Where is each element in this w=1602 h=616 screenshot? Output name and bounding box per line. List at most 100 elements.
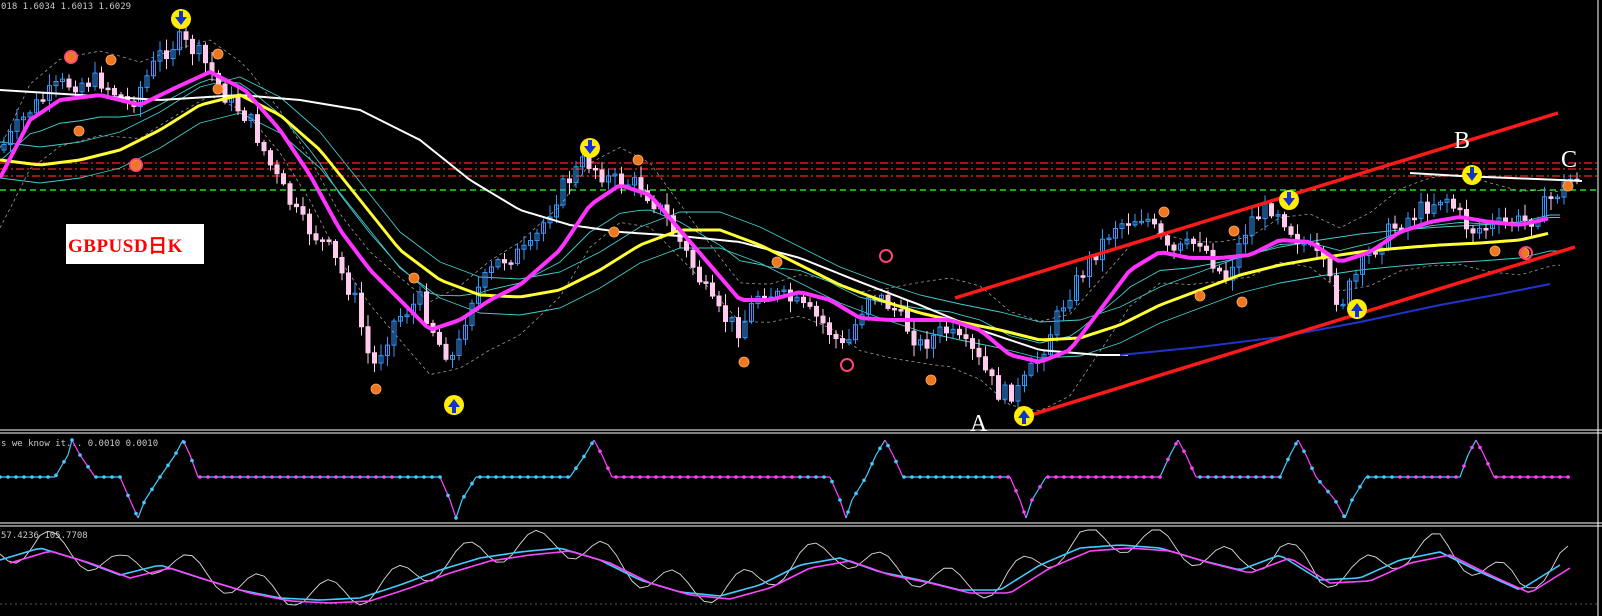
signal-dot: [1182, 449, 1186, 454]
sell-signal-marker: [171, 9, 191, 29]
bear-candle: [372, 352, 377, 364]
fractal-dot-icon: [771, 256, 783, 268]
signal-dot: [294, 475, 298, 479]
signal-dot: [966, 475, 970, 479]
signal-segment: [1185, 454, 1197, 478]
bear-candle: [898, 309, 904, 312]
bear-candle: [1327, 258, 1333, 277]
fractal-dot-icon: [738, 356, 750, 368]
bear-candle: [1334, 275, 1339, 305]
indicator1-panel: [0, 438, 1570, 520]
signal-dot: [742, 475, 746, 479]
bear-candle: [593, 167, 598, 171]
bear-candle: [365, 326, 371, 354]
signal-dot: [502, 475, 506, 479]
signal-dot: [134, 511, 138, 516]
signal-dot: [246, 475, 250, 479]
signal-dot: [1286, 457, 1290, 462]
signal-dot: [550, 475, 554, 479]
signal-dot: [110, 475, 114, 479]
indicator2-panel: [0, 529, 1598, 606]
fractal-dot-icon: [1194, 290, 1206, 302]
bear-candle: [957, 328, 962, 336]
signal-dot: [238, 475, 242, 479]
signal-dot: [950, 475, 954, 479]
signal-dot: [342, 475, 346, 479]
signal-dot: [262, 475, 266, 479]
signal-dot: [1006, 475, 1010, 479]
bear-candle: [1217, 267, 1222, 272]
signal-dot: [598, 449, 602, 454]
signal-dot: [614, 475, 618, 479]
signal-dot: [22, 475, 26, 479]
signal-dot: [782, 475, 786, 479]
signal-dot: [326, 475, 330, 479]
signal-dot: [1342, 514, 1346, 518]
signal-dot: [14, 475, 18, 479]
signal-dot: [1126, 475, 1130, 479]
chart-canvas[interactable]: A B C 018 1.6034 1.6013 1.6029 s we know…: [0, 0, 1602, 616]
fractal-dot-icon: [632, 154, 644, 166]
signal-dot: [1438, 475, 1442, 479]
signal-dot: [1534, 475, 1538, 479]
signal-dot: [462, 494, 466, 499]
signal-dot: [1326, 489, 1330, 494]
bear-candle: [703, 281, 709, 284]
signal-dot: [1566, 475, 1570, 479]
bear-candle: [983, 356, 988, 371]
bear-candle: [300, 206, 306, 215]
bear-candle: [697, 266, 702, 283]
bear-candle: [242, 110, 247, 121]
signal-dot: [750, 475, 754, 479]
signal-dot: [270, 475, 274, 479]
signal-dot: [174, 451, 178, 455]
signal-dot: [710, 475, 714, 479]
bear-candle: [1152, 218, 1157, 225]
signal-dot: [1230, 475, 1234, 479]
bear-candle: [164, 50, 169, 60]
signal-dot: [1502, 475, 1506, 479]
channel-lower-line: [1014, 245, 1576, 422]
signal-dot: [382, 475, 386, 479]
signal-dot: [1318, 480, 1322, 484]
bear-candle: [716, 295, 722, 307]
bear-candle: [989, 369, 995, 377]
fractal-dot-icon: [105, 54, 117, 66]
signal-dot: [1038, 485, 1042, 489]
bear-candle: [346, 272, 351, 295]
signal-dot: [558, 475, 562, 479]
bear-candle: [840, 338, 845, 344]
signal-dot: [166, 463, 170, 468]
bear-candle: [1126, 223, 1131, 226]
signal-segment: [839, 499, 847, 519]
bear-candle: [976, 347, 982, 358]
signal-dot: [1022, 510, 1026, 514]
fractal-dot-icon: [1489, 245, 1501, 257]
symbol-label-text: GBPUSD日K: [68, 235, 183, 257]
slow-ma-line: [0, 93, 1549, 342]
signal-dot: [702, 475, 706, 479]
signal-dot: [1446, 475, 1450, 479]
signal-dot: [1118, 475, 1122, 479]
signal-dot: [974, 475, 978, 479]
signal-dot: [1158, 475, 1162, 479]
signal-dot: [350, 475, 354, 479]
signal-dot: [1030, 498, 1034, 502]
signal-dot: [1142, 475, 1146, 479]
signal-segment: [1025, 499, 1033, 519]
signal-dot: [918, 475, 922, 479]
signal-dot: [1486, 462, 1490, 466]
signal-dot: [0, 475, 2, 479]
bear-candle: [183, 31, 189, 40]
signal-dot: [486, 475, 490, 479]
signal-dot: [1294, 441, 1298, 446]
point-c-label: C: [1561, 147, 1577, 173]
oscillator-signal-line: [9, 547, 1571, 604]
signal-segment: [1019, 499, 1027, 519]
signal-dot: [798, 475, 802, 479]
bear-candle: [892, 307, 897, 311]
signal-dot: [1222, 475, 1226, 479]
signal-dot: [1390, 475, 1394, 479]
fractal-dot-icon: [925, 374, 937, 386]
bear-candle: [112, 88, 117, 96]
